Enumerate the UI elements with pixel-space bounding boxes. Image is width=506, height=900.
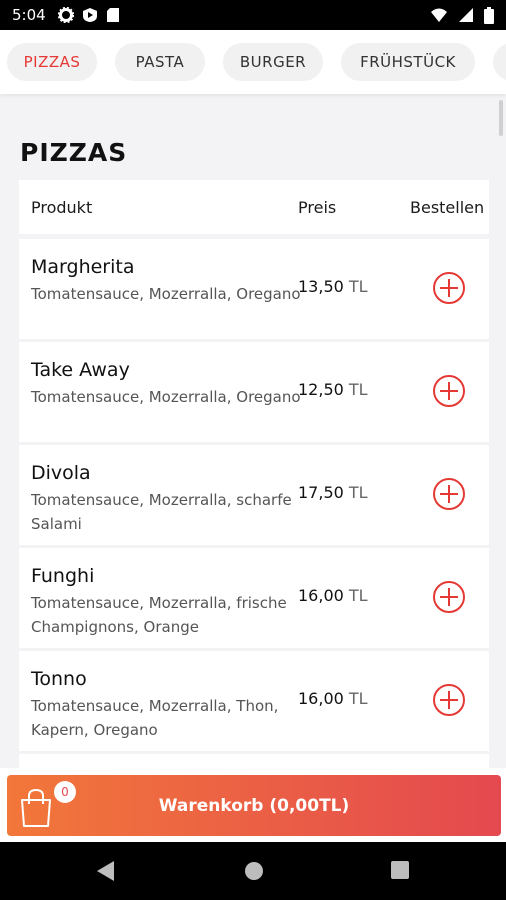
price-currency: TL <box>348 689 368 708</box>
section-title: PIZZAS <box>20 138 128 167</box>
tab-burger[interactable]: BURGER <box>223 43 323 81</box>
cart-count-badge: 0 <box>54 781 76 803</box>
back-icon[interactable] <box>96 860 116 882</box>
product-name: Divola <box>31 462 91 484</box>
category-tabs: PIZZAS PASTA BURGER FRÜHSTÜCK <box>0 30 506 94</box>
settings-icon <box>57 7 74 23</box>
price-value: 17,50 <box>298 483 344 502</box>
cart-label: Warenkorb (0,00TL) <box>158 795 350 816</box>
cart-button[interactable]: 0 Warenkorb (0,00TL) <box>7 775 501 836</box>
add-to-cart-icon[interactable] <box>432 477 466 511</box>
product-description: Tomatensauce, Mozerralla, scharfe Salami <box>31 491 292 533</box>
price-value: 16,00 <box>298 689 344 708</box>
price-currency: TL <box>348 483 368 502</box>
table-row: Margherita Tomatensauce, Mozerralla, Ore… <box>19 239 489 339</box>
table-row: Divola Tomatensauce, Mozerralla, scharfe… <box>19 445 489 545</box>
table-row: Take Away Tomatensauce, Mozerralla, Oreg… <box>19 342 489 442</box>
product-name: Funghi <box>31 565 95 587</box>
price-currency: TL <box>348 586 368 605</box>
play-shield-icon <box>82 8 97 22</box>
product-name: Margherita <box>31 256 135 278</box>
add-to-cart-icon[interactable] <box>432 580 466 614</box>
product-price: 13,50 TL <box>298 277 368 296</box>
signal-icon <box>459 8 473 22</box>
product-description: Tomatensauce, Mozerralla, Thon, Kapern, … <box>31 697 279 739</box>
tab-pasta[interactable]: PASTA <box>115 43 205 81</box>
battery-icon <box>484 6 494 24</box>
product-name: Take Away <box>31 359 130 381</box>
header-price: Preis <box>298 197 337 217</box>
table-header: Produkt Preis Bestellen <box>19 180 489 234</box>
table-row-partial <box>19 754 489 768</box>
header-product: Produkt <box>31 197 93 217</box>
price-currency: TL <box>348 380 368 399</box>
status-time: 5:04 <box>12 6 46 24</box>
product-price: 12,50 TL <box>298 380 368 399</box>
add-to-cart-icon[interactable] <box>432 683 466 717</box>
tab-more[interactable] <box>493 43 506 81</box>
shopping-bag-icon <box>21 788 51 827</box>
product-name: Tonno <box>31 668 87 690</box>
product-description: Tomatensauce, Mozerralla, frische Champi… <box>31 594 287 636</box>
add-to-cart-icon[interactable] <box>432 374 466 408</box>
product-price: 17,50 TL <box>298 483 368 502</box>
header-order: Bestellen <box>410 197 485 217</box>
price-value: 12,50 <box>298 380 344 399</box>
navigation-bar <box>0 842 506 900</box>
price-currency: TL <box>348 277 368 296</box>
scroll-indicator[interactable] <box>499 100 503 136</box>
product-description: Tomatensauce, Mozerralla, Oregano <box>31 388 301 406</box>
sd-card-icon <box>106 8 119 22</box>
tab-fruehstueck[interactable]: FRÜHSTÜCK <box>341 43 475 81</box>
product-price: 16,00 TL <box>298 586 368 605</box>
product-description: Tomatensauce, Mozerralla, Oregano <box>31 285 301 303</box>
product-price: 16,00 TL <box>298 689 368 708</box>
table-row: Funghi Tomatensauce, Mozerralla, frische… <box>19 548 489 648</box>
price-value: 13,50 <box>298 277 344 296</box>
add-to-cart-icon[interactable] <box>432 271 466 305</box>
recents-icon[interactable] <box>390 860 410 880</box>
home-icon[interactable] <box>243 860 265 882</box>
tab-pizzas[interactable]: PIZZAS <box>7 43 97 81</box>
price-value: 16,00 <box>298 586 344 605</box>
wifi-icon <box>431 8 447 22</box>
status-bar: 5:04 <box>0 0 506 30</box>
table-row: Tonno Tomatensauce, Mozerralla, Thon, Ka… <box>19 651 489 751</box>
